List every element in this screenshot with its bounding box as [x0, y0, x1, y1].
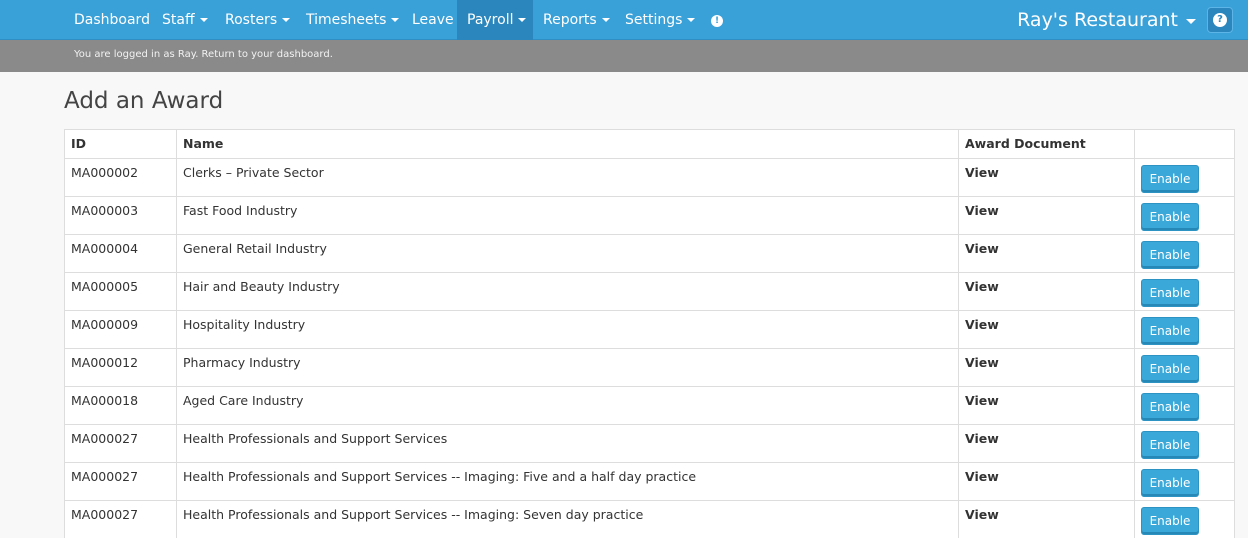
table-row: MA000005 Hair and Beauty Industry View E…	[64, 272, 1235, 311]
action-cell: Enable	[1134, 310, 1235, 349]
table-row: MA000018 Aged Care Industry View Enable	[64, 386, 1235, 425]
award-id: MA000018	[64, 386, 177, 425]
view-document-link[interactable]: View	[958, 196, 1135, 235]
nav-settings[interactable]: Settings	[625, 0, 696, 40]
nav-dashboard[interactable]: Dashboard	[74, 0, 150, 40]
view-document-link[interactable]: View	[958, 272, 1135, 311]
award-name: Health Professionals and Support Service…	[176, 424, 959, 463]
award-id: MA000012	[64, 348, 177, 387]
view-document-link[interactable]: View	[958, 234, 1135, 273]
action-cell: Enable	[1134, 424, 1235, 463]
nav-dashboard-label: Dashboard	[74, 12, 150, 28]
chevron-down-icon	[391, 18, 400, 22]
action-cell: Enable	[1134, 272, 1235, 311]
table-row: MA000012 Pharmacy Industry View Enable	[64, 348, 1235, 387]
action-cell: Enable	[1134, 500, 1235, 538]
nav-rosters[interactable]: Rosters	[225, 0, 291, 40]
login-status-text: You are logged in as Ray. Return to your…	[74, 49, 333, 60]
view-document-link[interactable]: View	[958, 158, 1135, 197]
nav-leave[interactable]: Leave	[412, 0, 454, 40]
award-name: Aged Care Industry	[176, 386, 959, 425]
chevron-down-icon	[601, 18, 610, 22]
action-cell: Enable	[1134, 348, 1235, 387]
nav-reports[interactable]: Reports	[543, 0, 610, 40]
nav-payroll-label: Payroll	[467, 12, 514, 28]
table-row: MA000002 Clerks – Private Sector View En…	[64, 158, 1235, 197]
table-row: MA000027 Health Professionals and Suppor…	[64, 500, 1235, 538]
view-document-link[interactable]: View	[958, 386, 1135, 425]
award-id: MA000027	[64, 500, 177, 538]
award-name: Health Professionals and Support Service…	[176, 462, 959, 501]
view-document-link[interactable]: View	[958, 310, 1135, 349]
top-navbar: Dashboard Staff Rosters Timesheets Leave…	[0, 0, 1248, 40]
view-document-link[interactable]: View	[958, 424, 1135, 463]
award-name: General Retail Industry	[176, 234, 959, 273]
nav-timesheets[interactable]: Timesheets	[306, 0, 400, 40]
login-status-bar: You are logged in as Ray. Return to your…	[0, 40, 1248, 72]
nav-leave-label: Leave	[412, 12, 454, 28]
enable-button[interactable]: Enable	[1141, 317, 1199, 345]
enable-button[interactable]: Enable	[1141, 165, 1199, 193]
nav-staff-label: Staff	[162, 12, 195, 28]
table-row: MA000027 Health Professionals and Suppor…	[64, 424, 1235, 463]
nav-staff[interactable]: Staff	[162, 0, 208, 40]
award-id: MA000027	[64, 462, 177, 501]
chevron-down-icon	[687, 18, 696, 22]
award-name: Clerks – Private Sector	[176, 158, 959, 197]
table-row: MA000027 Health Professionals and Suppor…	[64, 462, 1235, 501]
award-name: Health Professionals and Support Service…	[176, 500, 959, 538]
action-cell: Enable	[1134, 386, 1235, 425]
question-icon: ?	[1213, 13, 1227, 27]
action-cell: Enable	[1134, 158, 1235, 197]
view-document-link[interactable]: View	[958, 462, 1135, 501]
chevron-down-icon	[1186, 19, 1196, 24]
chevron-down-icon	[199, 18, 208, 22]
header-action	[1134, 129, 1235, 159]
awards-table: ID Name Award Document MA000002 Clerks –…	[64, 129, 1235, 538]
view-document-link[interactable]: View	[958, 348, 1135, 387]
award-name: Pharmacy Industry	[176, 348, 959, 387]
table-row: MA000009 Hospitality Industry View Enabl…	[64, 310, 1235, 349]
table-row: MA000004 General Retail Industry View En…	[64, 234, 1235, 273]
table-header-row: ID Name Award Document	[64, 129, 1235, 159]
nav-settings-label: Settings	[625, 12, 683, 28]
chevron-down-icon	[282, 18, 291, 22]
chevron-down-icon	[518, 18, 527, 22]
enable-button[interactable]: Enable	[1141, 203, 1199, 231]
nav-info[interactable]: !	[711, 0, 723, 40]
award-id: MA000009	[64, 310, 177, 349]
enable-button[interactable]: Enable	[1141, 355, 1199, 383]
enable-button[interactable]: Enable	[1141, 393, 1199, 421]
enable-button[interactable]: Enable	[1141, 507, 1199, 535]
header-name: Name	[176, 129, 959, 159]
award-name: Hospitality Industry	[176, 310, 959, 349]
info-icon: !	[711, 15, 723, 27]
table-row: MA000003 Fast Food Industry View Enable	[64, 196, 1235, 235]
header-id: ID	[64, 129, 177, 159]
award-name: Fast Food Industry	[176, 196, 959, 235]
header-award-document: Award Document	[958, 129, 1135, 159]
enable-button[interactable]: Enable	[1141, 279, 1199, 307]
nav-reports-label: Reports	[543, 12, 597, 28]
nav-rosters-label: Rosters	[225, 12, 278, 28]
award-id: MA000003	[64, 196, 177, 235]
award-name: Hair and Beauty Industry	[176, 272, 959, 311]
award-id: MA000027	[64, 424, 177, 463]
nav-timesheets-label: Timesheets	[306, 12, 387, 28]
view-document-link[interactable]: View	[958, 500, 1135, 538]
award-id: MA000004	[64, 234, 177, 273]
enable-button[interactable]: Enable	[1141, 241, 1199, 269]
brand-name: Ray's Restaurant	[1017, 9, 1178, 31]
page-title: Add an Award	[64, 88, 224, 114]
action-cell: Enable	[1134, 196, 1235, 235]
restaurant-switcher[interactable]: Ray's Restaurant	[1017, 0, 1196, 40]
enable-button[interactable]: Enable	[1141, 431, 1199, 459]
nav-payroll[interactable]: Payroll	[457, 0, 533, 40]
action-cell: Enable	[1134, 234, 1235, 273]
help-button[interactable]: ?	[1207, 7, 1233, 33]
enable-button[interactable]: Enable	[1141, 469, 1199, 497]
award-id: MA000005	[64, 272, 177, 311]
award-id: MA000002	[64, 158, 177, 197]
action-cell: Enable	[1134, 462, 1235, 501]
